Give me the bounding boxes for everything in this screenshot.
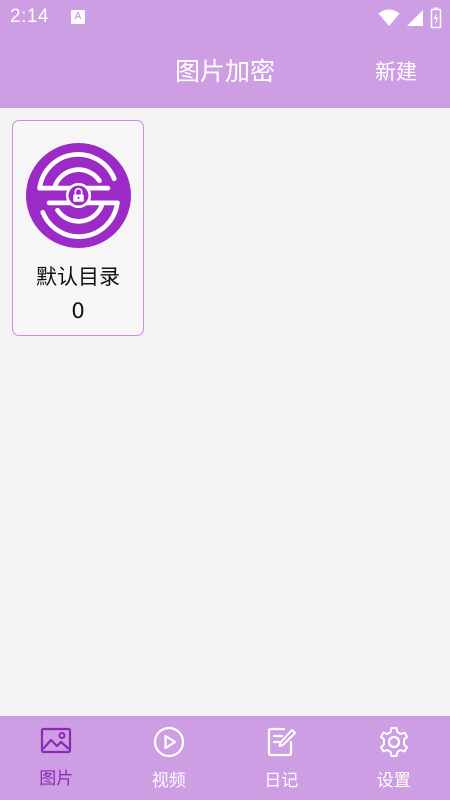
status-time: 2:14 [10, 6, 49, 27]
status-icons [378, 7, 442, 29]
status-bar: 2:14 A [0, 0, 450, 36]
lock-logo-icon [26, 143, 131, 248]
nav-item-videos[interactable]: 视频 [113, 716, 226, 800]
nav-item-diary[interactable]: 日记 [225, 716, 338, 800]
wifi-icon [378, 9, 400, 26]
battery-icon [430, 7, 442, 29]
folder-card[interactable]: 默认目录 0 [12, 120, 144, 336]
new-button[interactable]: 新建 [375, 36, 417, 108]
note-edit-icon [268, 727, 297, 757]
folder-count: 0 [71, 299, 85, 323]
nav-label-images: 图片 [39, 769, 74, 789]
folder-name: 默认目录 [36, 265, 120, 289]
folder-grid: 默认目录 0 [0, 108, 450, 716]
nav-label-settings: 设置 [376, 771, 411, 791]
nav-label-diary: 日记 [264, 771, 299, 791]
nav-label-videos: 视频 [151, 771, 186, 791]
screen: 2:14 A 图片加密 新建 默认目录 0 图片 视频 日记 设置 [0, 0, 450, 800]
gear-icon [379, 727, 408, 757]
app-bar: 图片加密 新建 [0, 36, 450, 108]
nav-item-settings[interactable]: 设置 [338, 716, 450, 800]
image-icon [41, 727, 72, 754]
a-icon: A [71, 10, 85, 24]
nav-item-images[interactable]: 图片 [0, 716, 113, 800]
play-icon [153, 726, 184, 758]
bottom-nav: 图片 视频 日记 设置 [0, 716, 450, 800]
signal-icon [407, 10, 423, 26]
